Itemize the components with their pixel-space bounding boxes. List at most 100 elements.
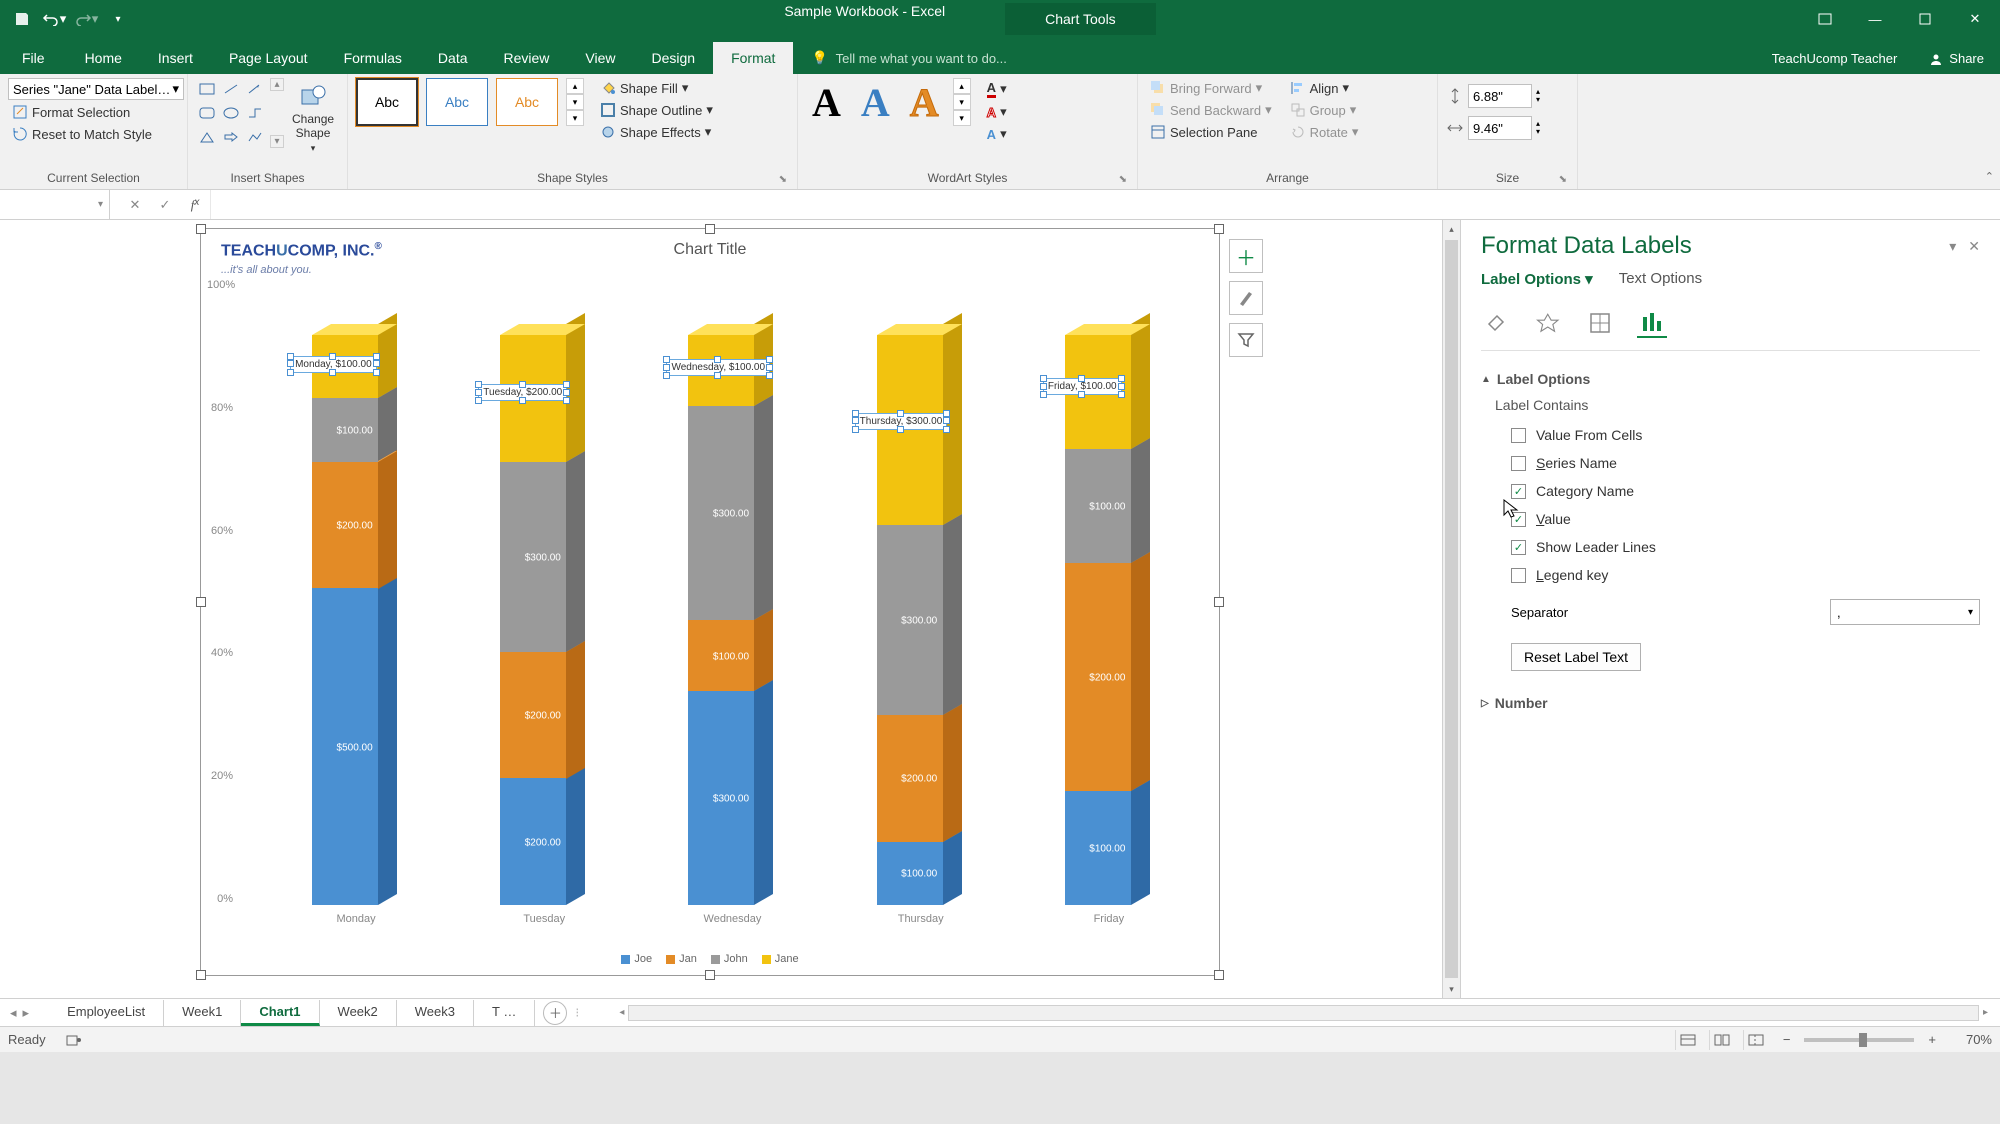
enter-formula-icon[interactable]: ✓ xyxy=(150,197,180,213)
pane-options-icon[interactable]: ▾ xyxy=(1949,238,1956,255)
change-shape-button[interactable]: Change Shape ▾ xyxy=(288,78,338,158)
insert-function-icon[interactable]: fx xyxy=(180,197,210,213)
wordart-gallery[interactable]: A A A ▴ ▾ ▾ xyxy=(806,78,971,126)
account-name[interactable]: TeachUcomp Teacher xyxy=(1756,43,1914,74)
gallery-down-icon[interactable]: ▾ xyxy=(566,94,584,110)
oval-icon[interactable] xyxy=(220,102,242,124)
tab-formulas[interactable]: Formulas xyxy=(326,42,420,74)
sheet-tab[interactable]: T … xyxy=(474,1000,535,1026)
chart-legend[interactable]: Joe Jan John Jane xyxy=(201,953,1219,965)
shape-outline-button[interactable]: Shape Outline ▾ xyxy=(596,100,717,120)
sheet-tab[interactable]: EmployeeList xyxy=(49,1000,164,1026)
formula-input[interactable] xyxy=(210,190,2000,219)
tab-review[interactable]: Review xyxy=(486,42,568,74)
rounded-rect-icon[interactable] xyxy=(196,102,218,124)
sheet-canvas[interactable]: TEACHUCOMP, INC.® ...it's all about you.… xyxy=(0,220,1460,998)
shape-style-preset[interactable]: Abc xyxy=(356,78,418,126)
chart-elements-dropdown[interactable]: Series "Jane" Data Label…▾ xyxy=(8,78,184,100)
new-sheet-button[interactable]: ＋ xyxy=(543,1001,567,1025)
resize-handle[interactable] xyxy=(196,224,206,234)
selection-pane-button[interactable]: Selection Pane xyxy=(1146,122,1276,142)
zoom-in-button[interactable]: + xyxy=(1922,1032,1942,1047)
resize-handle[interactable] xyxy=(196,597,206,607)
align-button[interactable]: Align ▾ xyxy=(1286,78,1363,98)
dialog-launcher-icon[interactable]: ⬊ xyxy=(779,174,787,185)
right-arrow-shape-icon[interactable] xyxy=(220,126,242,148)
gallery-up-icon[interactable]: ▴ xyxy=(953,78,971,94)
zoom-out-button[interactable]: − xyxy=(1777,1032,1797,1047)
resize-handle[interactable] xyxy=(705,970,715,980)
chk-series-name[interactable]: Series Name xyxy=(1481,449,1980,477)
vertical-scrollbar[interactable]: ▴ ▾ xyxy=(1442,220,1460,998)
number-section-header[interactable]: ▷ Number xyxy=(1481,689,1980,717)
dialog-launcher-icon[interactable]: ⬊ xyxy=(1559,174,1567,185)
chk-category-name[interactable]: ✓Category Name xyxy=(1481,477,1980,505)
zoom-slider[interactable] xyxy=(1804,1038,1914,1042)
chart-elements-button[interactable]: ＋ xyxy=(1229,239,1263,273)
ribbon-display-icon[interactable] xyxy=(1800,0,1850,38)
reset-label-text-button[interactable]: Reset Label Text xyxy=(1511,643,1641,671)
shape-effects-button[interactable]: Shape Effects ▾ xyxy=(596,122,717,142)
chart-object[interactable]: TEACHUCOMP, INC.® ...it's all about you.… xyxy=(200,228,1220,976)
sheet-tab[interactable]: Week2 xyxy=(320,1000,397,1026)
minimize-icon[interactable]: — xyxy=(1850,0,1900,38)
tell-me-search[interactable]: 💡 Tell me what you want to do... xyxy=(793,42,1755,74)
resize-handle[interactable] xyxy=(1214,224,1224,234)
scroll-left-icon[interactable]: ◂ xyxy=(615,1007,628,1018)
page-break-view-icon[interactable] xyxy=(1743,1030,1769,1050)
label-options-icon[interactable] xyxy=(1637,308,1667,338)
scroll-down-icon[interactable]: ▾ xyxy=(1443,980,1460,998)
group-button[interactable]: Group ▾ xyxy=(1286,100,1363,120)
resize-handle[interactable] xyxy=(1214,597,1224,607)
shape-style-preset[interactable]: Abc xyxy=(426,78,488,126)
chart-filters-button[interactable] xyxy=(1229,323,1263,357)
shape-width-input[interactable] xyxy=(1468,116,1532,140)
plot-area[interactable]: 100%80%60% 40%20%0% $500.00$200.00$100.0… xyxy=(237,279,1203,915)
tab-format[interactable]: Format xyxy=(713,42,793,74)
chk-value[interactable]: ✓Value xyxy=(1481,505,1980,533)
format-selection-button[interactable]: Format Selection xyxy=(8,102,184,122)
data-label[interactable]: Monday, $100.00 xyxy=(290,356,377,373)
macro-record-icon[interactable] xyxy=(66,1033,82,1047)
tab-home[interactable]: Home xyxy=(67,42,140,74)
shape-style-gallery[interactable]: Abc Abc Abc ▴ ▾ ▾ xyxy=(356,78,584,126)
send-backward-button[interactable]: Send Backward ▾ xyxy=(1146,100,1276,120)
scroll-up-icon[interactable]: ▴ xyxy=(1443,220,1460,238)
gallery-down-icon[interactable]: ▾ xyxy=(953,94,971,110)
data-label[interactable]: Thursday, $300.00 xyxy=(855,413,948,430)
arrow-icon[interactable] xyxy=(244,78,266,100)
tab-data[interactable]: Data xyxy=(420,42,486,74)
freeform-icon[interactable] xyxy=(244,126,266,148)
sheet-tab[interactable]: Week3 xyxy=(397,1000,474,1026)
text-fill-button[interactable]: A ▾ xyxy=(983,78,1011,100)
tab-insert[interactable]: Insert xyxy=(140,42,211,74)
shape-height-input[interactable] xyxy=(1468,84,1532,108)
sheet-tab[interactable]: Chart1 xyxy=(241,1000,319,1026)
wordart-preset[interactable]: A xyxy=(806,79,847,126)
page-layout-view-icon[interactable] xyxy=(1709,1030,1735,1050)
close-icon[interactable]: ✕ xyxy=(1950,0,2000,38)
gallery-up-icon[interactable]: ▴ xyxy=(566,78,584,94)
shape-fill-button[interactable]: Shape Fill ▾ xyxy=(596,78,717,98)
collapse-ribbon-icon[interactable]: ⌃ xyxy=(1985,170,1994,183)
tab-page-layout[interactable]: Page Layout xyxy=(211,42,326,74)
text-outline-button[interactable]: A ▾ xyxy=(983,102,1011,122)
name-box[interactable]: ▾ xyxy=(0,190,110,219)
undo-icon[interactable]: ▾ xyxy=(40,5,68,33)
data-label[interactable]: Friday, $100.00 xyxy=(1043,378,1122,395)
text-options-tab[interactable]: Text Options xyxy=(1619,270,1702,288)
tab-design[interactable]: Design xyxy=(634,42,714,74)
chk-show-leader-lines[interactable]: ✓Show Leader Lines xyxy=(1481,533,1980,561)
gallery-more-icon[interactable]: ▾ xyxy=(566,110,584,126)
chk-legend-key[interactable]: Legend key xyxy=(1481,561,1980,589)
resize-handle[interactable] xyxy=(196,970,206,980)
share-button[interactable]: Share xyxy=(1913,43,2000,74)
horizontal-scrollbar[interactable]: ◂ ▸ xyxy=(607,1005,2000,1021)
tab-nav-prev-icon[interactable]: ◂ xyxy=(10,1005,17,1021)
data-label[interactable]: Tuesday, $200.00 xyxy=(478,384,567,401)
normal-view-icon[interactable] xyxy=(1675,1030,1701,1050)
separator-dropdown[interactable]: ,▾ xyxy=(1830,599,1980,625)
resize-handle[interactable] xyxy=(1214,970,1224,980)
elbow-connector-icon[interactable] xyxy=(244,102,266,124)
maximize-icon[interactable] xyxy=(1900,0,1950,38)
